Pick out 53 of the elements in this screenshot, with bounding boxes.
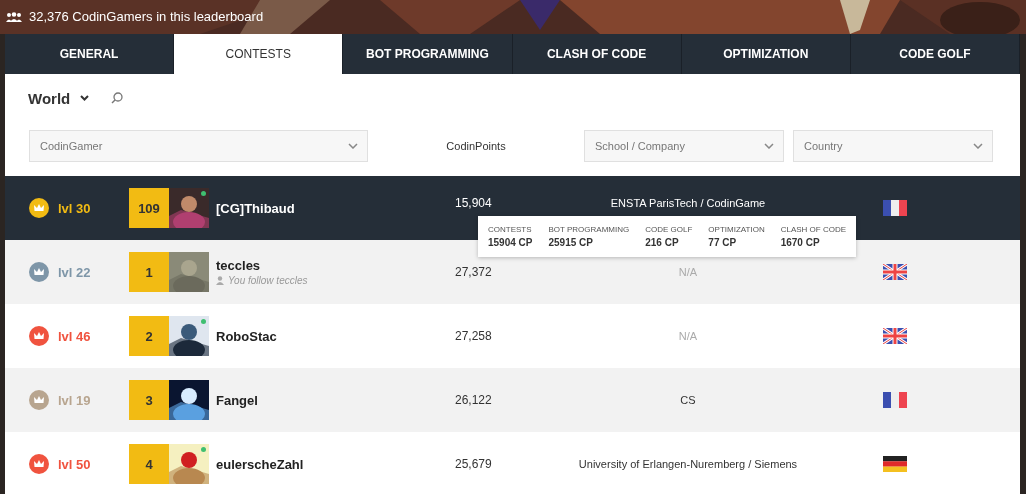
leaderboard-count: 32,376 CodinGamers in this leaderboard [29, 9, 264, 24]
caret-icon [80, 95, 90, 101]
scope-dropdown[interactable]: World [28, 89, 90, 107]
rank-badge: 3 [129, 380, 169, 420]
follow-note: You follow teccles [228, 275, 308, 286]
tooltip-value: 77 CP [708, 237, 738, 248]
tooltip-label: CODE GOLF [645, 225, 693, 234]
school-filter[interactable]: School / Company [584, 130, 784, 162]
school-name: ENSTA ParisTech / CodinGame [610, 197, 766, 209]
person-icon [216, 276, 224, 285]
leaderboard-row[interactable]: lvl 50 4 eulerscheZahl 25,679 University of Erlangen-Nuremberg / Siemens [5, 432, 1020, 494]
tooltip-label: BOT PROGRAMMING [548, 225, 630, 234]
rank-badge: 109 [129, 188, 169, 228]
rank-badge: 2 [129, 316, 169, 356]
leaderboard-row[interactable]: lvl 46 2 RoboStac 27,258 N/A [5, 304, 1020, 368]
level-label: lvl 22 [58, 264, 91, 280]
tooltip-value: 1670 CP [780, 237, 821, 248]
school-name: University of Erlangen-Nuremberg / Siemens [578, 458, 798, 470]
users-icon [6, 11, 22, 22]
codingamer-filter[interactable]: CodinGamer [29, 130, 368, 162]
level-label: lvl 19 [58, 392, 91, 408]
column-header: CodinPoints [446, 140, 506, 152]
player-name[interactable]: teccles [216, 258, 426, 273]
score: 26,122 [455, 393, 492, 407]
player-name[interactable]: [CG]Thibaud [216, 200, 426, 216]
rank-badge: 4 [129, 444, 169, 484]
tooltip-value: 15904 CP [488, 237, 533, 248]
school-name: CS [680, 394, 696, 406]
tooltip-label: CONTESTS [488, 225, 533, 234]
leaderboard-tab[interactable]: CONTESTS [174, 34, 344, 74]
level-label: lvl 50 [58, 456, 91, 472]
leaderboard-row[interactable]: lvl 19 3 Fangel 26,122 CS [5, 368, 1020, 432]
score: 15,904 [455, 196, 492, 210]
level-label: lvl 30 [58, 200, 91, 216]
chevron-icon [348, 143, 358, 149]
rank-badge: 1 [129, 252, 169, 292]
player-name[interactable]: RoboStac [216, 328, 426, 344]
search-icon[interactable] [111, 92, 124, 104]
score: 27,372 [455, 265, 492, 279]
score: 25,679 [455, 457, 492, 471]
player-name[interactable]: Fangel [216, 392, 426, 408]
country-filter[interactable]: Country [793, 130, 993, 162]
school-name: N/A [678, 330, 698, 342]
tooltip-value: 25915 CP [548, 237, 594, 248]
chevron-icon [973, 143, 983, 149]
level-label: lvl 46 [58, 328, 91, 344]
tooltip-value: 216 CP [645, 237, 680, 248]
school-name: N/A [678, 266, 698, 278]
chevron-icon [764, 143, 774, 149]
score: 27,258 [455, 329, 492, 343]
tooltip-label: CLASH OF CODE [780, 225, 846, 234]
tooltip-label: OPTIMIZATION [708, 225, 765, 234]
player-name[interactable]: eulerscheZahl [216, 456, 426, 472]
